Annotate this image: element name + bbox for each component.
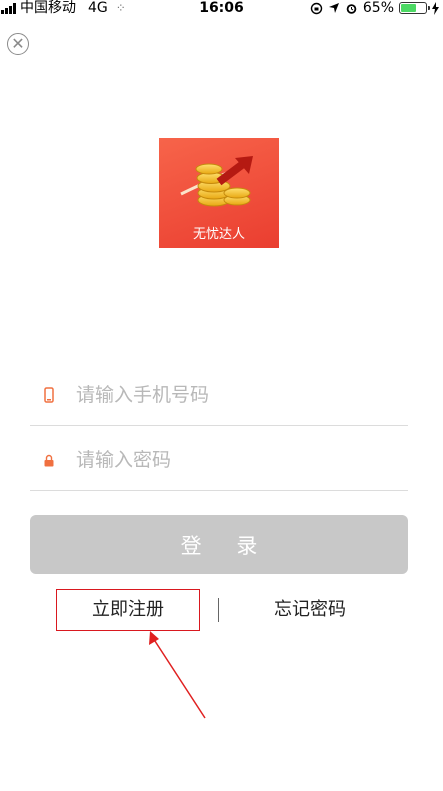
close-icon[interactable]: ✕ [7,33,29,55]
login-button[interactable]: 登 录 [30,515,408,574]
battery-percent: 65% [362,0,394,16]
status-bar: 中国移动 4G ⁘ 16:06 65% [0,0,443,16]
battery-fill [401,4,416,12]
phone-field [30,363,408,426]
app-logo: 无忧达人 [159,138,279,248]
location-icon [328,3,339,13]
lock-icon [44,454,54,467]
battery-icon [399,2,430,14]
phone-icon [44,387,54,403]
status-right: 65% [310,0,439,16]
phone-input[interactable] [74,381,398,409]
register-link[interactable]: 立即注册 [56,589,200,631]
forgot-password-link[interactable]: 忘记密码 [262,589,358,631]
password-input[interactable] [74,446,398,474]
charging-bolt-icon [432,1,439,15]
coins-arrow-icon [180,156,253,207]
link-divider [218,598,219,622]
brand-name: 无忧达人 [192,227,245,242]
orientation-lock-icon [310,2,323,14]
password-field [30,428,408,491]
alarm-icon [346,3,357,14]
